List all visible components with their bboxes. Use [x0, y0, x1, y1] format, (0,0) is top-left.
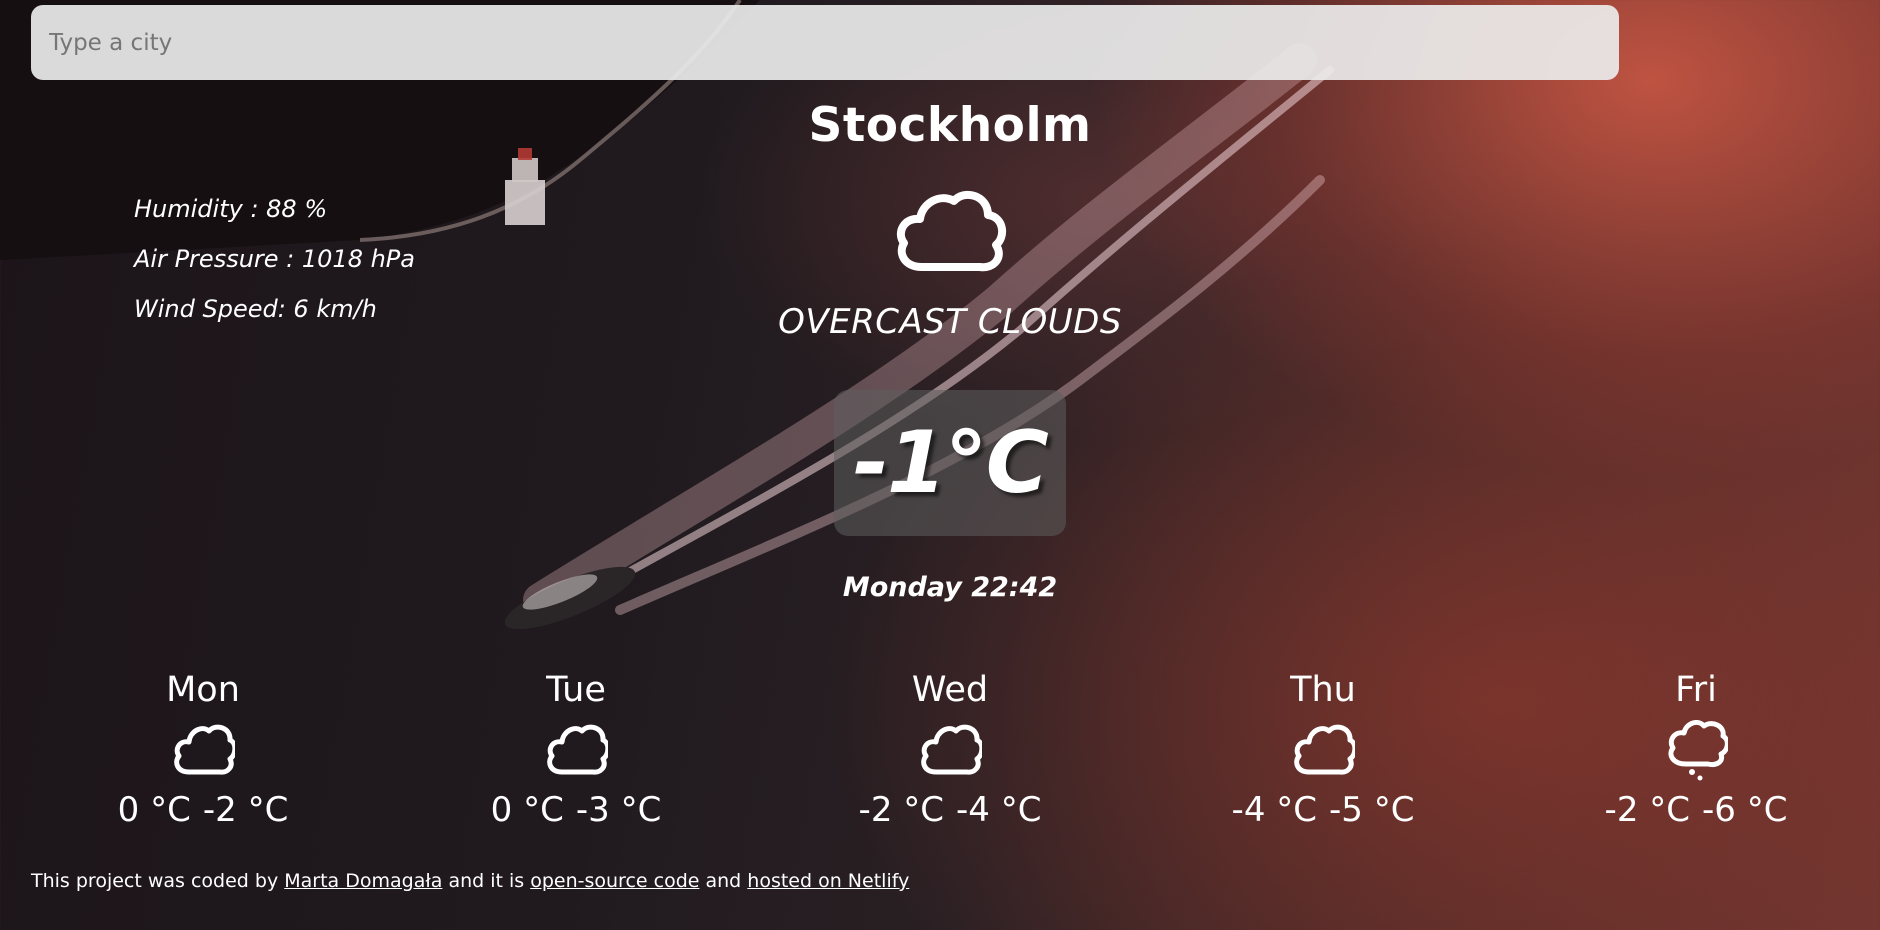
forecast-day-name: Tue [546, 670, 606, 710]
author-link[interactable]: Marta Domagała [284, 870, 442, 892]
footer-middle-text: and it is [448, 870, 525, 892]
weather-description: OVERCAST CLOUDS [778, 302, 1122, 342]
forecast-day-name: Thu [1290, 670, 1356, 710]
forecast-day: Fri -2 °C -6 °C [1546, 668, 1846, 830]
cloud-icon [896, 190, 1007, 272]
forecast-temps: 0 °C -3 °C [426, 790, 726, 830]
forecast-day-name: Mon [166, 670, 240, 710]
humidity-text: Humidity : 88 % [134, 195, 328, 223]
city-name: Stockholm [808, 98, 1092, 153]
cloud-icon [1294, 724, 1355, 775]
forecast-day-name: Wed [911, 670, 989, 710]
cloud-icon [547, 724, 608, 775]
forecast-min-temp: -2 °C [202, 790, 289, 830]
forecast-temps: -4 °C -5 °C [1173, 790, 1473, 830]
forecast-temps: -2 °C -6 °C [1546, 790, 1846, 830]
current-temperature: -1°C [853, 413, 1049, 513]
footer-and-text: and [705, 870, 742, 892]
forecast-min-temp: -5 °C [1329, 790, 1415, 830]
footer: This project was coded by Marta Domagała… [31, 870, 909, 892]
netlify-link[interactable]: hosted on Netlify [747, 870, 909, 892]
forecast-day: Tue 0 °C -3 °C [426, 668, 726, 830]
forecast-min-temp: -6 °C [1702, 790, 1788, 830]
source-code-link[interactable]: open-source code [530, 870, 699, 892]
search-bar[interactable] [31, 5, 1619, 80]
forecast-max-temp: -2 °C [858, 790, 944, 830]
forecast-temps: 0 °C -2 °C [53, 790, 353, 830]
cloud-icon [174, 724, 235, 775]
forecast-max-temp: 0 °C [490, 790, 564, 830]
forecast-temps: -2 °C -4 °C [800, 790, 1100, 830]
forecast-min-temp: -3 °C [575, 790, 662, 830]
forecast-day: Thu -4 °C -5 °C [1173, 668, 1473, 830]
forecast-row: Mon 0 °C -2 °C Tue 0 °C -3 °C Wed -2 °C -4 … [0, 668, 1880, 848]
current-datetime: Monday 22:42 [842, 572, 1058, 603]
air-pressure-text: Air Pressure : 1018 hPa [134, 245, 415, 273]
city-search-input[interactable] [31, 5, 1619, 80]
forecast-day: Wed -2 °C -4 °C [800, 668, 1100, 830]
forecast-max-temp: -2 °C [1604, 790, 1690, 830]
footer-prefix-text: This project was coded by [31, 870, 279, 892]
forecast-day: Mon 0 °C -2 °C [53, 668, 353, 830]
forecast-day-name: Fri [1675, 670, 1717, 710]
snow-cloud-icon [1668, 720, 1728, 781]
current-temperature-box: -1°C [834, 390, 1066, 536]
forecast-max-temp: -4 °C [1231, 790, 1317, 830]
forecast-min-temp: -4 °C [956, 790, 1042, 830]
cloud-icon [921, 724, 982, 775]
forecast-max-temp: 0 °C [117, 790, 191, 830]
